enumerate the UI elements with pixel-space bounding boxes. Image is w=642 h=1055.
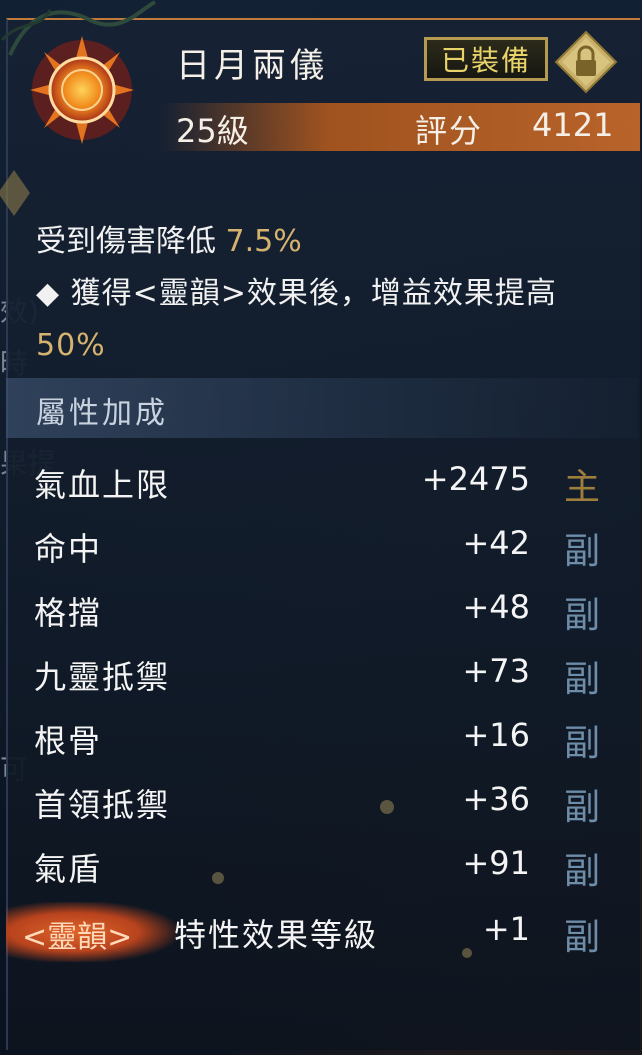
lock-icon <box>0 170 30 216</box>
attribute-row: 氣盾 +91 副 <box>34 844 604 898</box>
attribute-value: +48 <box>462 588 530 626</box>
attribute-row: 命中 +42 副 <box>34 524 604 578</box>
score-value: 4121 <box>532 106 614 144</box>
attribute-name: 特性效果等級 <box>174 916 379 954</box>
sun-emblem-icon <box>30 36 134 144</box>
attribute-value: +16 <box>462 716 530 754</box>
equipped-badge: 已裝備 <box>424 37 548 81</box>
attribute-tag: 主 <box>563 467 600 508</box>
attribute-tag: 副 <box>563 531 600 572</box>
attribute-tag: 副 <box>563 723 600 764</box>
attribute-row: 首領抵禦 +36 副 <box>34 780 604 834</box>
attribute-value: +42 <box>462 524 530 562</box>
effect-value: 7.5% <box>225 224 302 259</box>
attribute-name: 九靈抵禦 <box>34 658 171 696</box>
item-name: 日月兩儀 <box>176 46 328 86</box>
attribute-tag: 副 <box>563 851 600 892</box>
attribute-tag: 副 <box>563 659 600 700</box>
attribute-row: 格擋 +48 副 <box>34 588 604 642</box>
attribute-value: +2475 <box>421 460 530 498</box>
attribute-name: 氣血上限 <box>34 466 171 504</box>
effect-ling-yun: ◆ 獲得<靈韻>效果後，增益效果提高 50% <box>36 268 606 372</box>
attribute-tag: 副 <box>563 595 600 636</box>
lock-icon[interactable] <box>554 30 618 94</box>
attribute-value: +73 <box>462 652 530 690</box>
effect-damage-reduction: 受到傷害降低 7.5% <box>36 216 302 260</box>
attribute-tag: 副 <box>563 787 600 828</box>
attribute-name: 氣盾 <box>34 850 103 888</box>
attribute-value: +1 <box>482 910 530 948</box>
attribute-row: 氣血上限 +2475 主 <box>34 460 604 514</box>
attribute-name: 首領抵禦 <box>34 786 171 824</box>
attribute-row: 根骨 +16 副 <box>34 716 604 770</box>
effect-text: ◆ 獲得<靈韻>效果後，增益效果提高 <box>36 276 557 311</box>
effect-value: 50% <box>36 328 106 363</box>
sparkle <box>380 800 394 814</box>
attribute-value: +91 <box>462 844 530 882</box>
attribute-name: 命中 <box>34 530 103 568</box>
effect-text: 受到傷害降低 <box>36 224 216 259</box>
score-label: 評分 <box>415 112 484 150</box>
section-title: 屬性加成 <box>36 396 168 431</box>
item-level: 25級 <box>176 112 249 150</box>
ling-yun-label: <靈韻> <box>22 920 133 955</box>
sparkle <box>462 948 472 958</box>
attribute-value: +36 <box>462 780 530 818</box>
attribute-row: 特性效果等級 +1 副 <box>174 910 604 964</box>
sparkle <box>212 872 224 884</box>
attribute-tag: 副 <box>563 917 600 958</box>
attribute-row: 九靈抵禦 +73 副 <box>34 652 604 706</box>
attribute-name: 根骨 <box>34 722 103 760</box>
attribute-name: 格擋 <box>34 594 103 632</box>
